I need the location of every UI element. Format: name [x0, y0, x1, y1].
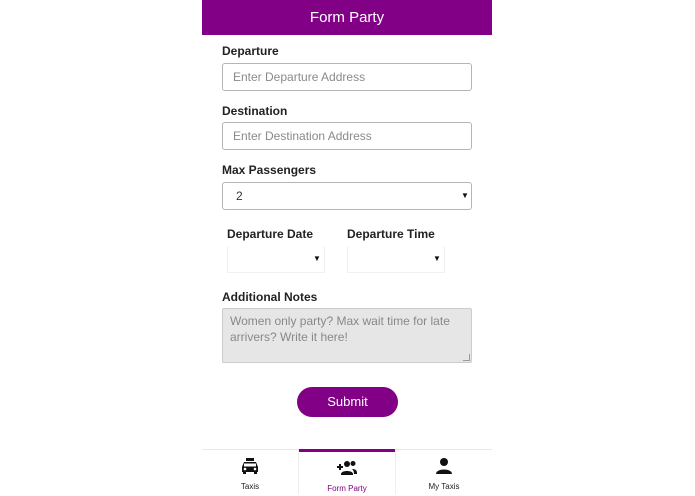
resize-handle-icon[interactable] — [463, 354, 470, 361]
chevron-down-icon: ▼ — [433, 254, 441, 263]
taxi-icon — [242, 458, 258, 474]
person-icon — [436, 458, 452, 474]
departure-date-label: Departure Date — [227, 227, 314, 241]
chevron-down-icon: ▼ — [461, 191, 469, 200]
tab-taxis[interactable]: Taxis — [202, 450, 298, 494]
tab-form-party[interactable]: Form Party — [299, 449, 395, 496]
departure-input[interactable] — [233, 65, 469, 89]
max-passengers-label: Max Passengers — [222, 163, 317, 177]
departure-time-label: Departure Time — [347, 227, 435, 241]
app-header: Form Party — [202, 0, 492, 35]
destination-field — [222, 122, 472, 150]
bottom-tab-bar: Taxis Form Party My Taxis — [202, 449, 492, 495]
tab-my-taxis[interactable]: My Taxis — [396, 450, 492, 494]
max-passengers-value: 2 — [236, 189, 243, 203]
destination-label: Destination — [222, 104, 288, 118]
notes-label: Additional Notes — [222, 290, 318, 304]
tab-form-party-label: Form Party — [327, 484, 367, 493]
notes-textarea[interactable]: Women only party? Max wait time for late… — [222, 308, 472, 363]
max-passengers-select[interactable]: 2 ▼ — [222, 182, 472, 210]
tab-my-taxis-label: My Taxis — [428, 482, 460, 491]
submit-button[interactable]: Submit — [297, 387, 398, 417]
departure-time-select[interactable]: ▼ — [347, 246, 445, 273]
chevron-down-icon: ▼ — [313, 254, 321, 263]
app-screen: Form Party Departure Destination Max Pas… — [202, 0, 492, 495]
destination-input[interactable] — [233, 124, 469, 148]
notes-placeholder: Women only party? Max wait time for late… — [230, 314, 450, 344]
departure-label: Departure — [222, 44, 279, 58]
departure-field — [222, 63, 472, 91]
departure-date-select[interactable]: ▼ — [227, 246, 325, 273]
page-title: Form Party — [309, 9, 385, 26]
add-group-icon — [337, 461, 357, 475]
tab-taxis-label: Taxis — [240, 482, 260, 491]
